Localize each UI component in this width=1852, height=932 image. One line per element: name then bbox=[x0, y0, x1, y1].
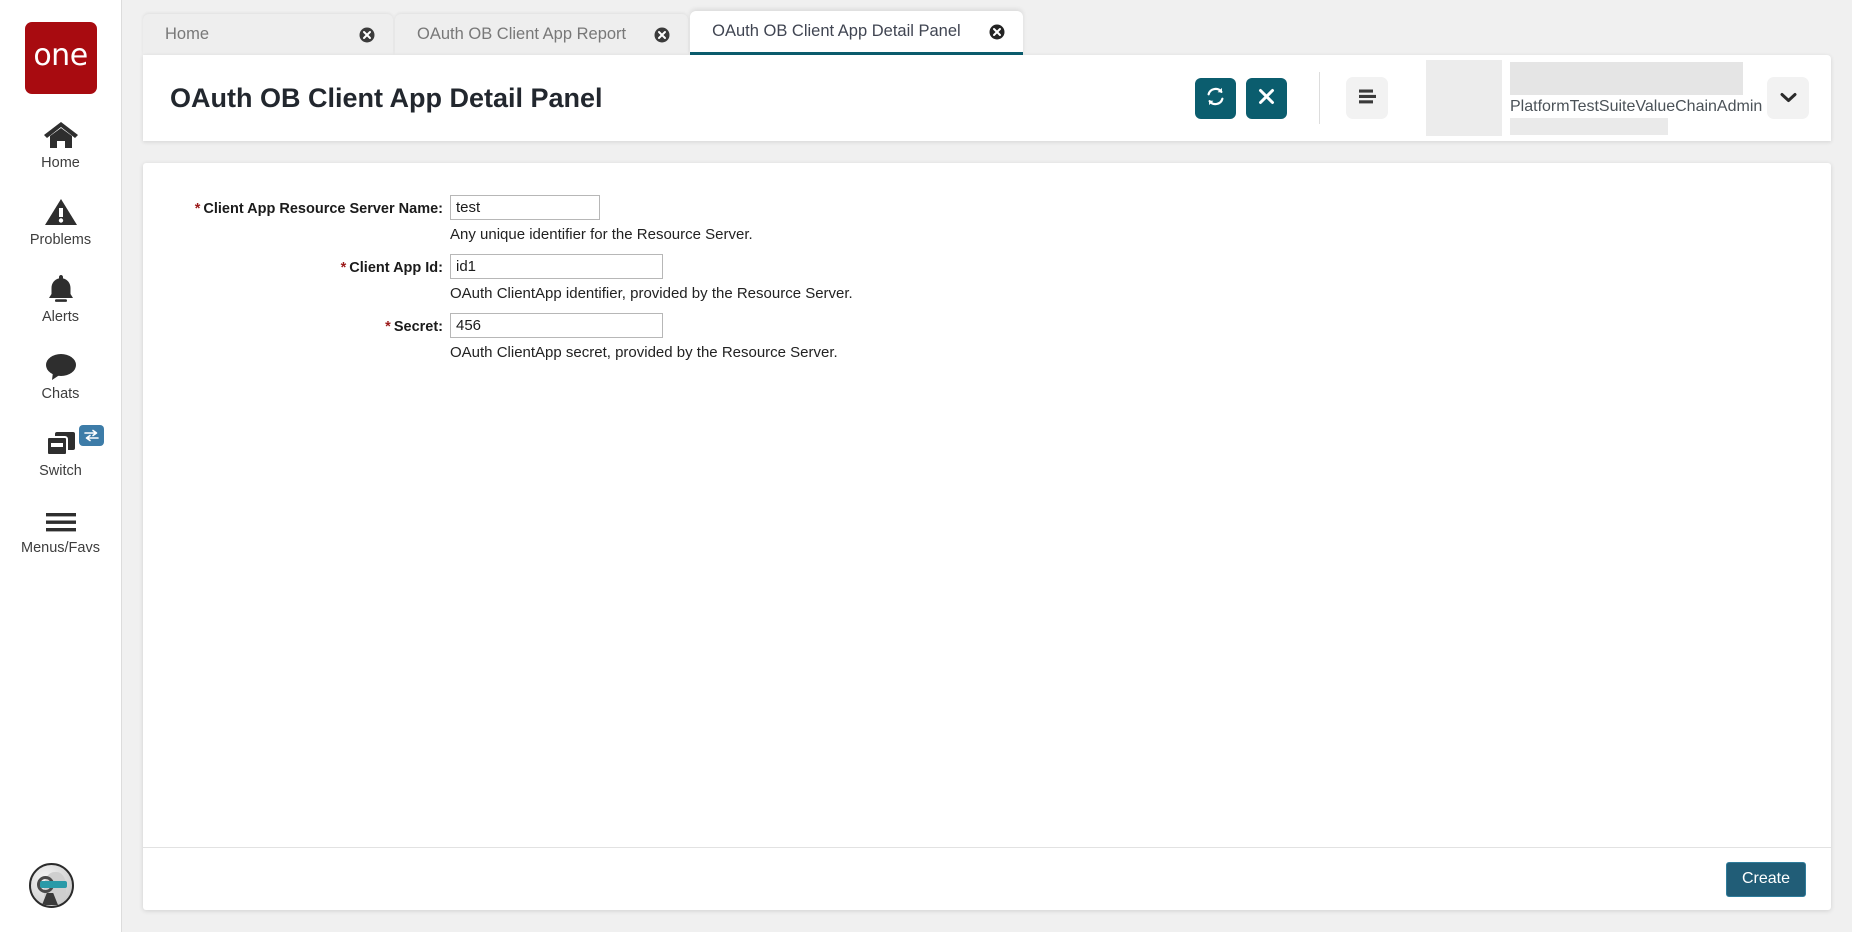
required-marker: * bbox=[340, 260, 347, 276]
field-label: * Client App Resource Server Name: bbox=[143, 195, 443, 217]
hamburger-icon bbox=[1357, 88, 1378, 108]
required-marker: * bbox=[194, 201, 201, 217]
tab-label: Home bbox=[165, 25, 210, 43]
sidebar-item-label: Alerts bbox=[41, 309, 80, 325]
logo-tile: one bbox=[24, 22, 97, 94]
field-label-text: Client App Id: bbox=[349, 260, 443, 276]
tab-home[interactable]: Home bbox=[143, 14, 394, 55]
field-row-client-app-id: *Client App Id: OAuth ClientApp identifi… bbox=[143, 254, 1831, 313]
skeleton-bar-bottom bbox=[1510, 117, 1668, 135]
chevron-down-icon bbox=[1780, 91, 1797, 106]
user-zone[interactable]: PlatformTestSuiteValueChainAdmin bbox=[1426, 60, 1762, 136]
main-column: Home OAuth OB Client App Report OAuth OB… bbox=[122, 0, 1852, 932]
chat-bubble-icon bbox=[44, 347, 78, 381]
page-header: OAuth OB Client App Detail Panel Platfor… bbox=[143, 55, 1831, 141]
close-circle-icon[interactable] bbox=[359, 27, 375, 43]
skeleton-bar-top bbox=[1510, 61, 1743, 95]
warning-triangle-icon bbox=[44, 193, 78, 227]
logo-text: one bbox=[33, 38, 88, 73]
client-app-resource-server-name-input[interactable] bbox=[450, 195, 600, 220]
user-dropdown-button[interactable] bbox=[1767, 77, 1809, 119]
header-divider bbox=[1319, 72, 1320, 124]
sidebar-item-label: Menus/Favs bbox=[21, 540, 100, 556]
panel-footer: Create bbox=[143, 847, 1831, 910]
refresh-button[interactable] bbox=[1195, 77, 1236, 119]
sidebar-item-label: Home bbox=[41, 155, 80, 171]
header-menu-button[interactable] bbox=[1346, 77, 1388, 119]
field-column: OAuth ClientApp identifier, provided by … bbox=[450, 254, 853, 313]
brand-logo[interactable]: one bbox=[0, 0, 121, 94]
sidebar-item-chats[interactable]: Chats bbox=[0, 347, 121, 402]
field-label-text: Client App Resource Server Name: bbox=[203, 201, 443, 217]
sidebar-item-home[interactable]: Home bbox=[0, 116, 121, 171]
sidebar-item-label: Chats bbox=[41, 386, 80, 402]
user-skeleton-stack: PlatformTestSuiteValueChainAdmin bbox=[1510, 61, 1762, 135]
close-circle-icon[interactable] bbox=[654, 27, 670, 43]
robot-avatar-icon[interactable] bbox=[29, 863, 74, 908]
sidebar-item-problems[interactable]: Problems bbox=[0, 193, 121, 248]
refresh-icon bbox=[1205, 86, 1226, 110]
field-hint: OAuth ClientApp secret, provided by the … bbox=[450, 344, 838, 361]
client-app-id-input[interactable] bbox=[450, 254, 663, 279]
avatar-skeleton bbox=[1426, 60, 1502, 136]
field-column: OAuth ClientApp secret, provided by the … bbox=[450, 313, 838, 372]
field-label-text: Secret: bbox=[393, 319, 443, 335]
detail-panel-card: *Client App Resource Server Name: Any un… bbox=[143, 163, 1831, 910]
swap-arrows-icon[interactable] bbox=[78, 425, 104, 446]
create-button[interactable]: Create bbox=[1725, 861, 1806, 897]
sidebar-item-menus-favs[interactable]: Menus/Favs bbox=[0, 501, 121, 556]
windows-stack-icon bbox=[44, 424, 104, 458]
sidebar-item-alerts[interactable]: Alerts bbox=[0, 270, 121, 325]
left-sidebar: one Home Problems Alerts Chats Switch Me… bbox=[0, 0, 122, 932]
field-row-client-app-resource-server-name: *Client App Resource Server Name: Any un… bbox=[143, 195, 1831, 254]
app-root: one Home Problems Alerts Chats Switch Me… bbox=[0, 0, 1852, 932]
username-label: PlatformTestSuiteValueChainAdmin bbox=[1510, 97, 1763, 115]
field-hint: OAuth ClientApp identifier, provided by … bbox=[450, 285, 853, 302]
page-title: OAuth OB Client App Detail Panel bbox=[170, 82, 603, 113]
secret-input[interactable] bbox=[450, 313, 663, 338]
sidebar-item-switch[interactable]: Switch bbox=[0, 424, 121, 479]
required-marker: * bbox=[385, 319, 391, 335]
avatar-visor bbox=[40, 881, 67, 888]
tab-oauth-ob-client-app-report[interactable]: OAuth OB Client App Report bbox=[395, 14, 689, 55]
tab-strip: Home OAuth OB Client App Report OAuth OB… bbox=[122, 0, 1852, 55]
tab-label: OAuth OB Client App Report bbox=[417, 25, 627, 43]
tab-label: OAuth OB Client App Detail Panel bbox=[712, 22, 961, 40]
x-icon bbox=[1257, 87, 1276, 109]
tab-oauth-ob-client-app-detail-panel[interactable]: OAuth OB Client App Detail Panel bbox=[690, 11, 1023, 55]
field-column: Any unique identifier for the Resource S… bbox=[450, 195, 753, 254]
close-circle-icon[interactable] bbox=[989, 24, 1005, 40]
sidebar-item-label: Switch bbox=[39, 463, 82, 479]
close-panel-button[interactable] bbox=[1246, 77, 1287, 119]
field-hint: Any unique identifier for the Resource S… bbox=[450, 226, 753, 243]
field-row-secret: *Secret: OAuth ClientApp secret, provide… bbox=[143, 313, 1831, 372]
home-icon bbox=[43, 116, 79, 150]
form-area: *Client App Resource Server Name: Any un… bbox=[143, 163, 1831, 847]
bell-icon bbox=[46, 270, 76, 304]
field-label: * Secret: bbox=[143, 313, 443, 335]
hamburger-icon bbox=[45, 501, 77, 535]
sidebar-item-label: Problems bbox=[29, 232, 92, 248]
field-label: * Client App Id: bbox=[143, 254, 443, 276]
